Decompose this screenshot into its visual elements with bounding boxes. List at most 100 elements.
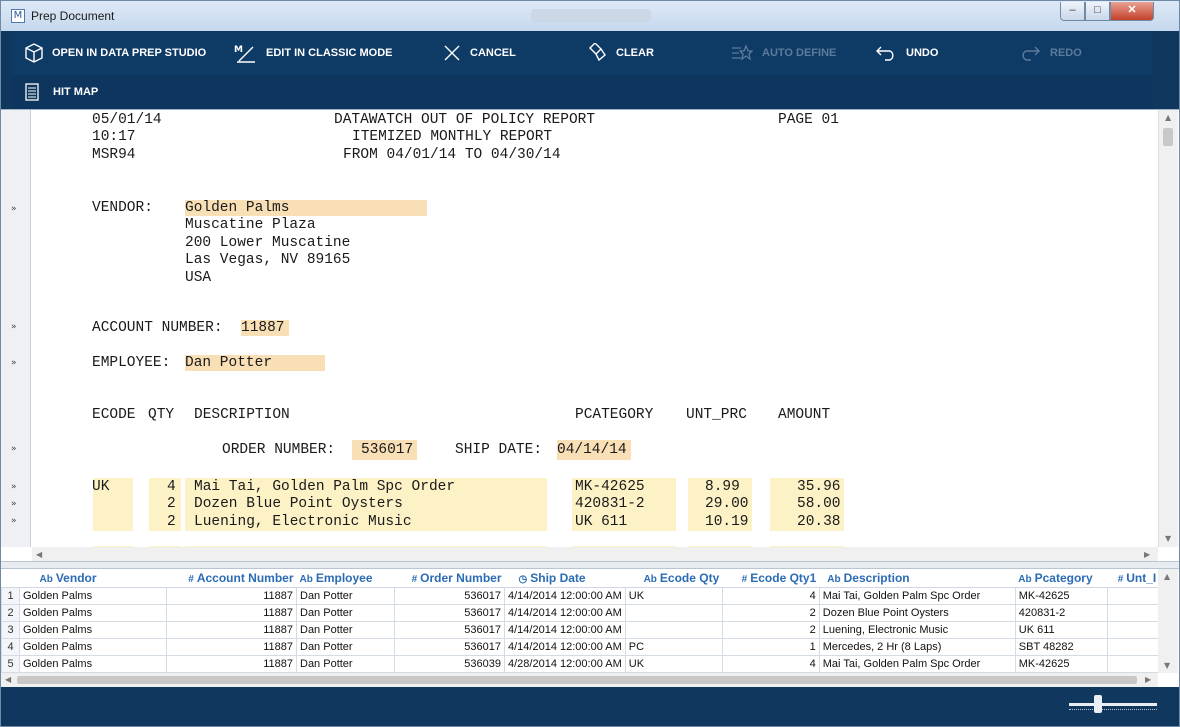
trap-marker-icon[interactable]: » xyxy=(11,358,17,368)
table-row[interactable]: 4 Golden Palms 11887 Dan Potter 536017 4… xyxy=(1,637,1160,656)
cell-account-number[interactable]: 11887 xyxy=(166,603,297,622)
cell-unt-prc[interactable] xyxy=(1106,637,1160,656)
table-row[interactable]: 3 Golden Palms 11887 Dan Potter 536017 4… xyxy=(1,620,1160,639)
cell-account-number[interactable]: 11887 xyxy=(166,620,297,639)
scroll-down-icon[interactable]: ▼ xyxy=(1165,534,1171,543)
cell-account-number[interactable]: 11887 xyxy=(166,586,297,605)
cell-ecode-qty[interactable]: UK xyxy=(624,654,723,673)
clear-button[interactable]: CLEAR xyxy=(581,31,654,75)
cell-order-number[interactable]: 536017 xyxy=(394,637,505,656)
report-horizontal-scrollbar[interactable]: ◀ ▶ xyxy=(32,547,1158,562)
table-row[interactable]: 2 Golden Palms 11887 Dan Potter 536017 4… xyxy=(1,603,1160,622)
column-header-ship-date[interactable]: ◷ Ship Date xyxy=(504,569,626,588)
cell-employee[interactable]: Dan Potter xyxy=(296,586,395,605)
cell-ecode-qty1[interactable]: 4 xyxy=(721,654,820,673)
cell-account-number[interactable]: 11887 xyxy=(166,654,297,673)
zoom-slider-track[interactable] xyxy=(1069,703,1157,706)
cell-pcategory[interactable]: MK-42625 xyxy=(1014,586,1108,605)
cell-ecode-qty[interactable]: PC xyxy=(624,637,723,656)
cell-order-number[interactable]: 536039 xyxy=(394,654,505,673)
cell-order-number[interactable]: 536017 xyxy=(394,620,505,639)
cell-ship-date[interactable]: 4/14/2014 12:00:00 AM xyxy=(504,586,626,605)
cell-pcategory[interactable]: 420831-2 xyxy=(1014,603,1108,622)
cell-unt-prc[interactable] xyxy=(1106,620,1160,639)
report-viewer[interactable]: » » » » » » » 05/01/14 DATAWATCH OUT OF … xyxy=(1,109,1179,562)
cell-vendor[interactable]: Golden Palms xyxy=(19,603,167,622)
cell-unt-prc[interactable] xyxy=(1106,654,1160,673)
scroll-right-icon[interactable]: ▶ xyxy=(1144,550,1150,559)
title-bar[interactable]: M Prep Document ‒ □ ✕ xyxy=(1,1,1179,31)
report-vertical-scrollbar[interactable]: ▲ ▼ xyxy=(1158,110,1178,547)
cell-ecode-qty[interactable] xyxy=(624,603,723,622)
grid-vertical-scrollbar[interactable]: ▲ ▼ xyxy=(1158,569,1178,673)
scroll-thumb[interactable] xyxy=(17,676,1137,684)
scroll-up-icon[interactable]: ▲ xyxy=(1164,572,1170,581)
cell-order-number[interactable]: 536017 xyxy=(394,586,505,605)
trap-marker-icon[interactable]: » xyxy=(11,482,17,492)
cell-unt-prc[interactable] xyxy=(1106,603,1160,622)
column-header-order-number[interactable]: # Order Number xyxy=(394,569,505,588)
table-row[interactable]: 1 Golden Palms 11887 Dan Potter 536017 4… xyxy=(1,586,1160,605)
scroll-left-icon[interactable]: ◀ xyxy=(36,550,42,559)
cell-employee[interactable]: Dan Potter xyxy=(296,654,395,673)
trap-marker-icon[interactable]: » xyxy=(11,204,17,214)
edit-in-classic-mode-button[interactable]: M EDIT IN CLASSIC MODE xyxy=(227,31,393,75)
cell-vendor[interactable]: Golden Palms xyxy=(19,620,167,639)
cell-account-number[interactable]: 11887 xyxy=(166,637,297,656)
cell-ecode-qty1[interactable]: 2 xyxy=(721,620,820,639)
cell-description[interactable]: Dozen Blue Point Oysters xyxy=(818,603,1016,622)
close-button[interactable]: ✕ xyxy=(1110,2,1154,21)
cell-pcategory[interactable]: UK 611 xyxy=(1014,620,1108,639)
qty-column-highlight[interactable] xyxy=(149,478,181,531)
column-header-employee[interactable]: Ab Employee xyxy=(296,569,395,588)
auto-define-button[interactable]: AUTO DEFINE xyxy=(725,31,836,75)
cell-description[interactable]: Mai Tai, Golden Palm Spc Order xyxy=(818,654,1016,673)
scroll-thumb[interactable] xyxy=(1163,128,1173,146)
scroll-left-icon[interactable]: ◀ xyxy=(5,675,11,684)
cell-description[interactable]: Luening, Electronic Music xyxy=(818,620,1016,639)
open-in-data-prep-studio-button[interactable]: OPEN IN DATA PREP STUDIO xyxy=(19,31,206,75)
cell-ecode-qty1[interactable]: 1 xyxy=(721,637,820,656)
zoom-slider-handle[interactable] xyxy=(1094,695,1102,713)
cell-ecode-qty[interactable]: UK xyxy=(624,586,723,605)
column-header-description[interactable]: Ab Description xyxy=(819,569,1016,588)
report-text-area[interactable]: 05/01/14 DATAWATCH OUT OF POLICY REPORT … xyxy=(32,110,1157,547)
cell-ship-date[interactable]: 4/14/2014 12:00:00 AM xyxy=(504,620,626,639)
trap-marker-icon[interactable]: » xyxy=(11,516,17,526)
cell-ecode-qty[interactable] xyxy=(624,620,723,639)
column-header-account-number[interactable]: # Account Number xyxy=(166,569,297,588)
scroll-up-icon[interactable]: ▲ xyxy=(1165,113,1171,122)
trap-marker-icon[interactable]: » xyxy=(11,322,17,332)
cell-ship-date[interactable]: 4/14/2014 12:00:00 AM xyxy=(504,603,626,622)
minimize-button[interactable]: ‒ xyxy=(1060,2,1085,21)
cell-pcategory[interactable]: SBT 48282 xyxy=(1014,637,1108,656)
hit-map-button[interactable]: HIT MAP xyxy=(19,75,98,109)
cell-description[interactable]: Mai Tai, Golden Palm Spc Order xyxy=(818,586,1016,605)
undo-button[interactable]: UNDO xyxy=(869,31,938,75)
grid-horizontal-scrollbar[interactable]: ◀ ▶ xyxy=(1,673,1158,687)
cell-employee[interactable]: Dan Potter xyxy=(296,637,395,656)
column-header-unt-prc[interactable]: # Unt_I xyxy=(1107,569,1160,588)
cell-ship-date[interactable]: 4/28/2014 12:00:00 AM xyxy=(504,654,626,673)
column-header-ecode-qty[interactable]: Ab Ecode Qty xyxy=(625,569,723,588)
cell-ship-date[interactable]: 4/14/2014 12:00:00 AM xyxy=(504,637,626,656)
trap-gutter[interactable]: » » » » » » » xyxy=(1,110,31,547)
cell-description[interactable]: Mercedes, 2 Hr (8 Laps) xyxy=(818,637,1016,656)
scroll-down-icon[interactable]: ▼ xyxy=(1164,661,1170,670)
trap-marker-icon[interactable]: » xyxy=(11,499,17,509)
cell-vendor[interactable]: Golden Palms xyxy=(19,586,167,605)
column-header-vendor[interactable]: Ab Vendor xyxy=(19,569,167,588)
cell-vendor[interactable]: Golden Palms xyxy=(19,637,167,656)
trap-marker-icon[interactable]: » xyxy=(11,444,17,454)
column-header-ecode-qty1[interactable]: # Ecode Qty1 xyxy=(722,569,820,588)
data-preview-grid[interactable]: Ab Vendor # Account Number Ab Employee # Ord… xyxy=(1,569,1179,687)
column-header-pcategory[interactable]: Ab Pcategory xyxy=(1015,569,1108,588)
pane-splitter[interactable] xyxy=(1,561,1179,569)
redo-button[interactable]: REDO xyxy=(1013,31,1082,75)
cell-employee[interactable]: Dan Potter xyxy=(296,620,395,639)
cell-vendor[interactable]: Golden Palms xyxy=(19,654,167,673)
cell-unt-prc[interactable] xyxy=(1106,586,1160,605)
cell-ecode-qty1[interactable]: 2 xyxy=(721,603,820,622)
cell-order-number[interactable]: 536017 xyxy=(394,603,505,622)
cancel-button[interactable]: CANCEL xyxy=(437,31,516,75)
